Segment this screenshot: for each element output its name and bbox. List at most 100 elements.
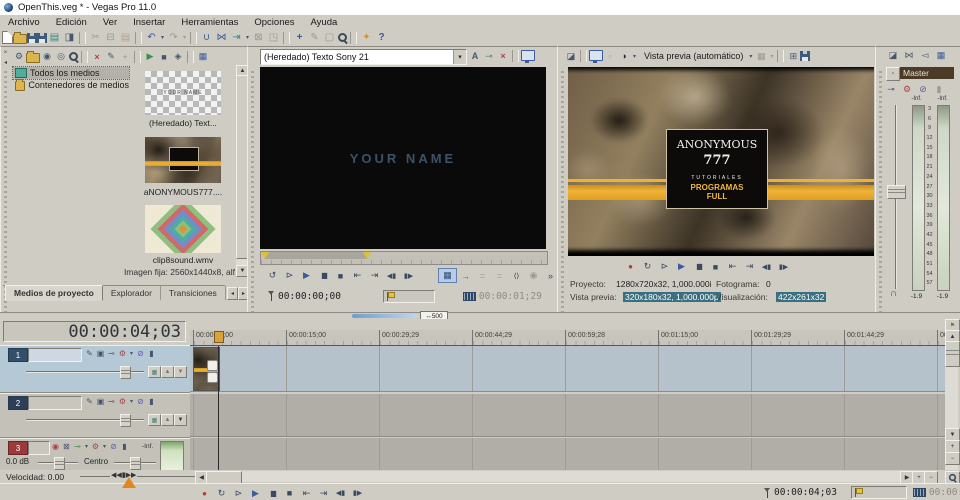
- paste-icon[interactable]: ▤: [118, 31, 133, 45]
- save-icon[interactable]: [27, 33, 37, 43]
- play-button[interactable]: ▶: [247, 487, 264, 500]
- ignore-grouping-icon[interactable]: ◳: [266, 31, 281, 45]
- menu-item[interactable]: Opciones: [246, 16, 302, 29]
- remove-media-icon[interactable]: ×: [90, 50, 104, 63]
- menu-item[interactable]: Archivo: [0, 16, 48, 29]
- vscrollbar-thumb[interactable]: [945, 341, 960, 367]
- scrub-slider-track[interactable]: [80, 476, 195, 477]
- auto-ripple-more-icon[interactable]: ▾: [244, 31, 251, 45]
- menu-item[interactable]: Herramientas: [173, 16, 246, 29]
- menu-item[interactable]: Edición: [48, 16, 95, 29]
- copy-snapshot-icon[interactable]: ⊞: [786, 50, 800, 62]
- mixer-views-icon[interactable]: ▦: [934, 50, 948, 62]
- timeline-vscrollbar[interactable]: ⚑ ▲ ▼ + −: [945, 319, 958, 470]
- track-motion-icon[interactable]: ✎: [84, 396, 95, 407]
- event-fx-icon[interactable]: [207, 372, 218, 383]
- splitter-zoom-slider[interactable]: [352, 314, 418, 318]
- sep-2[interactable]: [135, 32, 142, 44]
- insert-bus-icon[interactable]: ◪: [886, 50, 900, 62]
- sync-cursor-button[interactable]: ↺: [264, 269, 281, 282]
- automation-more-icon[interactable]: ▾: [83, 441, 90, 452]
- redo-icon[interactable]: ↷: [166, 31, 181, 45]
- overlays-more-icon[interactable]: ▾: [768, 50, 775, 62]
- track-number-badge[interactable]: 2: [8, 396, 28, 410]
- track-row-2[interactable]: [190, 394, 945, 437]
- go-to-start-button[interactable]: ⇤: [349, 269, 366, 282]
- go-to-end-button[interactable]: ⇥: [315, 487, 332, 500]
- save-snapshot-icon[interactable]: [800, 51, 810, 61]
- loop-region[interactable]: [264, 252, 367, 259]
- master-label[interactable]: Master: [900, 67, 954, 79]
- track-fx-more-icon[interactable]: ▾: [101, 441, 108, 452]
- automation-settings-icon[interactable]: ⊸: [72, 441, 83, 452]
- selection-edit-tool-icon[interactable]: ▢: [322, 31, 337, 45]
- stop-button[interactable]: ■: [332, 269, 349, 282]
- thumbnail-clip8sound[interactable]: [145, 205, 221, 253]
- start-preview-icon[interactable]: ▶: [143, 50, 157, 63]
- text-preview-canvas[interactable]: YOUR NAME: [260, 67, 546, 249]
- panel-grip[interactable]: [558, 47, 567, 313]
- level-slider-handle[interactable]: [120, 366, 131, 379]
- textgen-mini-ruler[interactable]: [260, 251, 548, 265]
- marker-field[interactable]: [851, 486, 907, 499]
- track-header-1[interactable]: 1 ✎▣⊸⚙▾⊘▮ ▦ ▲ ▼: [0, 345, 190, 393]
- prev-frame-button[interactable]: ◀▮: [758, 260, 775, 273]
- record-button[interactable]: ●: [196, 487, 213, 500]
- stop-button[interactable]: ■: [281, 487, 298, 500]
- invert-phase-icon[interactable]: ⊠: [61, 441, 72, 452]
- solo-track-icon[interactable]: ▮: [146, 348, 157, 359]
- properties-icon[interactable]: ▤: [47, 31, 62, 45]
- normal-edit-tool-icon[interactable]: +: [292, 31, 307, 45]
- mute-track-icon[interactable]: ⊘: [135, 348, 146, 359]
- zoom-edit-tool-icon[interactable]: [337, 32, 348, 43]
- thumbnail-text-media[interactable]: YOUR NAME: [145, 71, 221, 115]
- views-icon[interactable]: ▦: [196, 50, 210, 63]
- sep-b[interactable]: [134, 51, 141, 63]
- preview-mode-dropdown[interactable]: Vista previa (automático): [644, 51, 743, 61]
- sep-a[interactable]: [81, 51, 88, 63]
- cut-icon[interactable]: ✂: [88, 31, 103, 45]
- envelope-edit-tool-icon[interactable]: ✎: [307, 31, 322, 45]
- tab-transiciones[interactable]: Transiciones: [161, 286, 226, 300]
- timeline-ruler[interactable]: 00:00:00;0000:00:15;0000:00:29;2900:00:4…: [190, 330, 945, 346]
- auto-crossfade-icon[interactable]: ⋈: [214, 31, 229, 45]
- level-slider-handle[interactable]: [120, 414, 131, 427]
- playhead-line[interactable]: [218, 346, 219, 470]
- timeline-hscrollbar[interactable]: ◀: [195, 471, 900, 482]
- preview-quality-icon[interactable]: ▫: [603, 50, 617, 62]
- media-properties-icon[interactable]: ✎: [104, 50, 118, 63]
- project-video-properties-icon[interactable]: ◪: [564, 50, 578, 62]
- play-button[interactable]: ▶: [298, 269, 315, 282]
- pause-button[interactable]: ▮▮: [264, 487, 281, 500]
- extract-audio-icon[interactable]: ◎: [54, 50, 68, 63]
- volume-slider-handle[interactable]: [54, 457, 65, 470]
- dim-button-a[interactable]: =: [474, 269, 491, 282]
- master-fx-icon[interactable]: ⚙: [900, 84, 914, 96]
- go-to-start-button[interactable]: ⇤: [298, 487, 315, 500]
- capture-frame-button[interactable]: ◉: [525, 269, 542, 282]
- loop-playback-button[interactable]: ↻: [213, 487, 230, 500]
- play-from-start-button[interactable]: ⊳: [230, 487, 247, 500]
- next-frame-button[interactable]: ▮▶: [400, 269, 417, 282]
- track-name-field[interactable]: [28, 441, 50, 455]
- media-fx-icon[interactable]: ⚙: [12, 50, 26, 63]
- capture-video-icon[interactable]: ◉: [40, 50, 54, 63]
- audio-bypass-button[interactable]: ⟨⟩: [508, 269, 525, 282]
- compositing-mode-icon[interactable]: ▣: [95, 396, 106, 407]
- track-header-2[interactable]: 2 ✎▣⊸⚙▾⊘▮ ▦ ▲ ▼: [0, 393, 190, 438]
- event-pan-crop-icon[interactable]: [207, 360, 218, 371]
- loop-start-marker-icon[interactable]: [261, 252, 269, 259]
- external-monitor-icon[interactable]: [589, 50, 603, 61]
- track-row-3[interactable]: [190, 438, 945, 471]
- sep-t[interactable]: [512, 50, 519, 62]
- undo-more-icon[interactable]: ▾: [159, 31, 166, 45]
- sep-p2[interactable]: [777, 50, 784, 62]
- minimize-track-icon[interactable]: ▼: [174, 414, 187, 426]
- tree-item-todos-los-medios[interactable]: Todos los medios: [13, 67, 129, 79]
- dim-button-b[interactable]: =: [491, 269, 508, 282]
- track-fx-icon[interactable]: ⚙: [117, 348, 128, 359]
- master-fader-icon[interactable]: ▮: [932, 84, 946, 96]
- video-preview-display[interactable]: ANONYMOUS 777 TUTORIALES PROGRAMAS FULL: [568, 67, 874, 256]
- overlays-icon[interactable]: ▦: [754, 50, 768, 62]
- bus-routing-icon[interactable]: ⋈: [902, 50, 916, 62]
